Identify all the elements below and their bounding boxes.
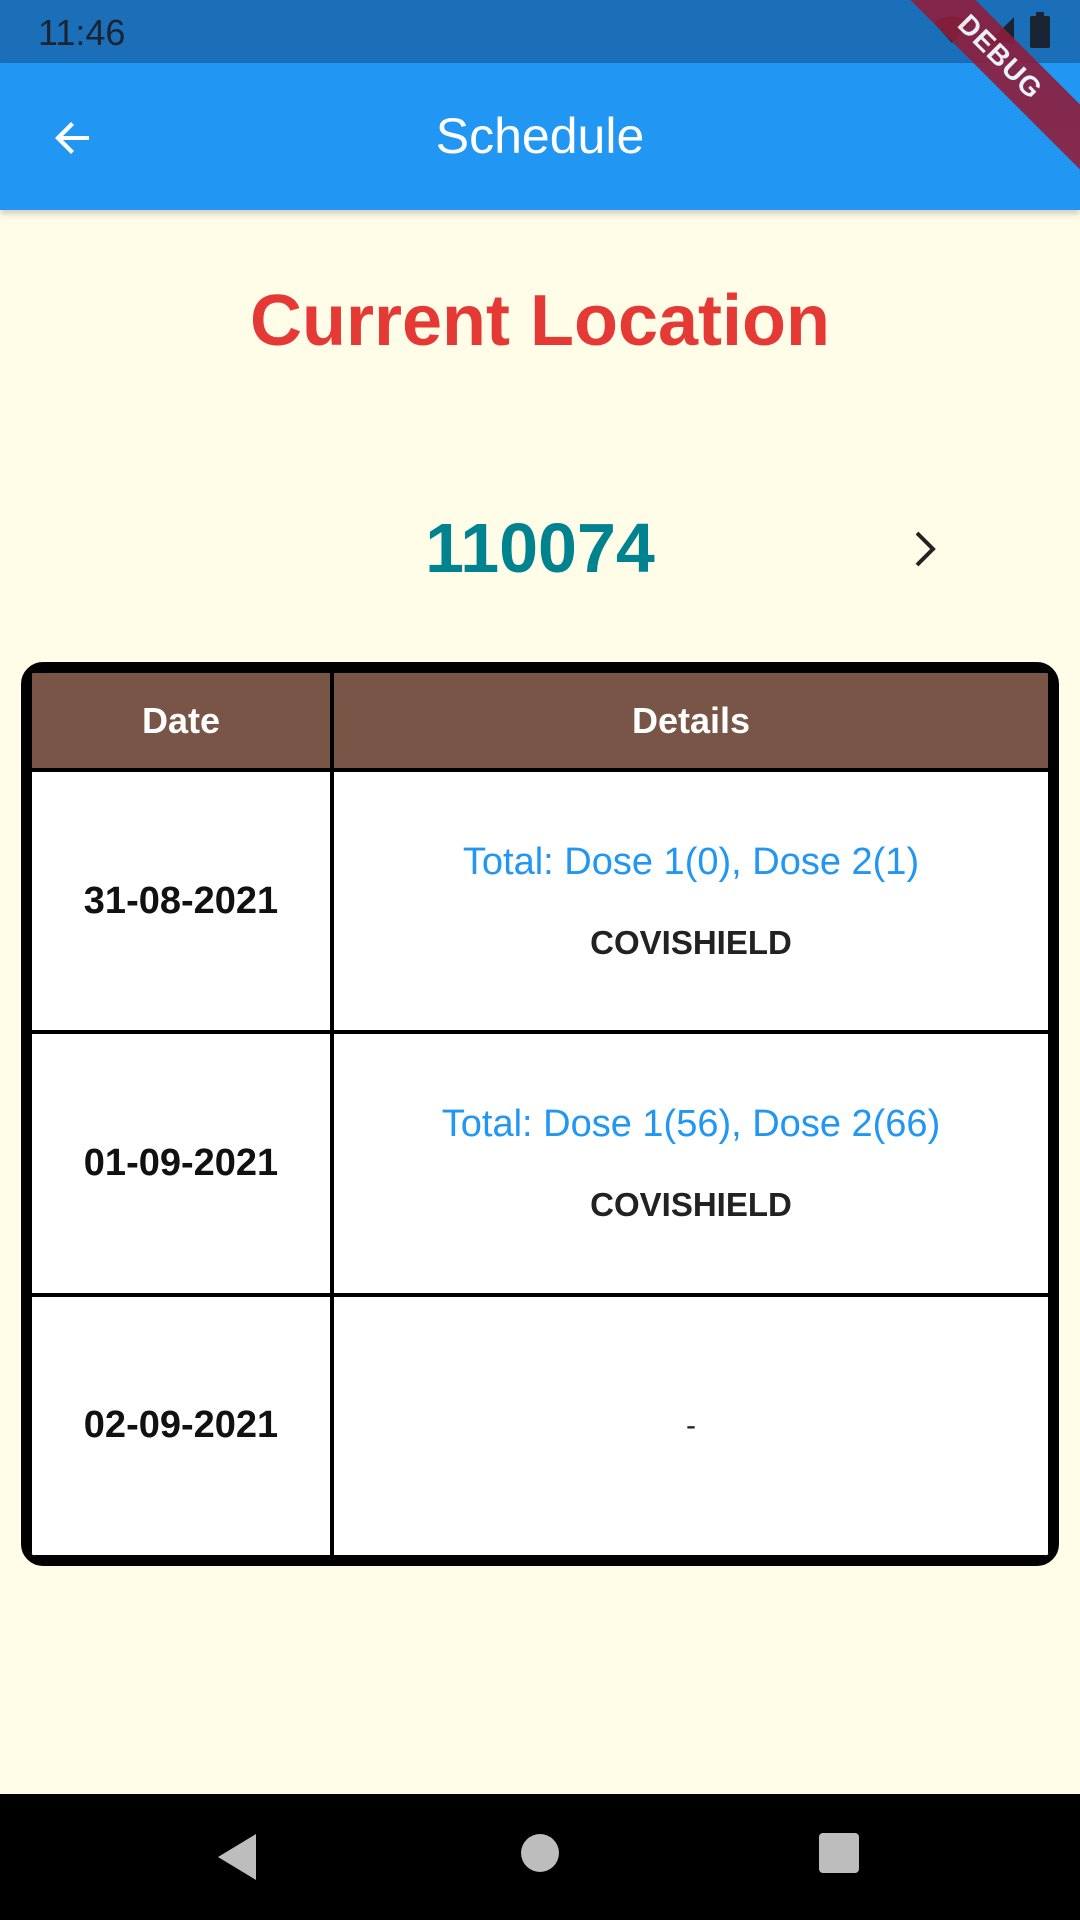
date-cell: 31-08-2021 [28,768,334,1035]
next-button[interactable] [905,527,945,571]
table-row: 31-08-2021 Total: Dose 1(0), Dose 2(1) C… [28,768,1052,1035]
navigation-bar [0,1794,1080,1920]
location-heading: Current Location [249,281,830,361]
empty-placeholder: - [686,1408,696,1442]
dose-summary: Total: Dose 1(56), Dose 2(66) [441,1103,941,1146]
home-nav-icon[interactable] [519,1832,561,1874]
dose-summary: Total: Dose 1(0), Dose 2(1) [462,840,920,883]
back-nav-icon[interactable] [216,1832,260,1882]
debug-label: DEBUG [880,0,1080,180]
table-header-row: Date Details [28,669,1052,773]
date-cell: 02-09-2021 [28,1292,334,1559]
table-row: 02-09-2021 - [28,1292,1052,1559]
date-cell: 01-09-2021 [28,1030,334,1297]
details-cell: - [330,1292,1052,1559]
column-header-details: Details [330,669,1052,773]
vaccine-name: COVISHIELD [590,923,792,961]
debug-banner: DEBUG [880,0,1080,200]
table-row: 01-09-2021 Total: Dose 1(56), Dose 2(66)… [28,1030,1052,1297]
schedule-table: Date Details 31-08-2021 Total: Dose 1(0)… [21,662,1059,1566]
details-cell: Total: Dose 1(0), Dose 2(1) COVISHIELD [330,768,1052,1035]
vaccine-name: COVISHIELD [590,1186,792,1224]
status-time: 11:46 [38,12,126,53]
chevron-right-icon [915,531,936,567]
details-cell: Total: Dose 1(56), Dose 2(66) COVISHIELD [330,1030,1052,1297]
column-header-date: Date [28,669,334,773]
recents-nav-icon[interactable] [818,1832,860,1874]
